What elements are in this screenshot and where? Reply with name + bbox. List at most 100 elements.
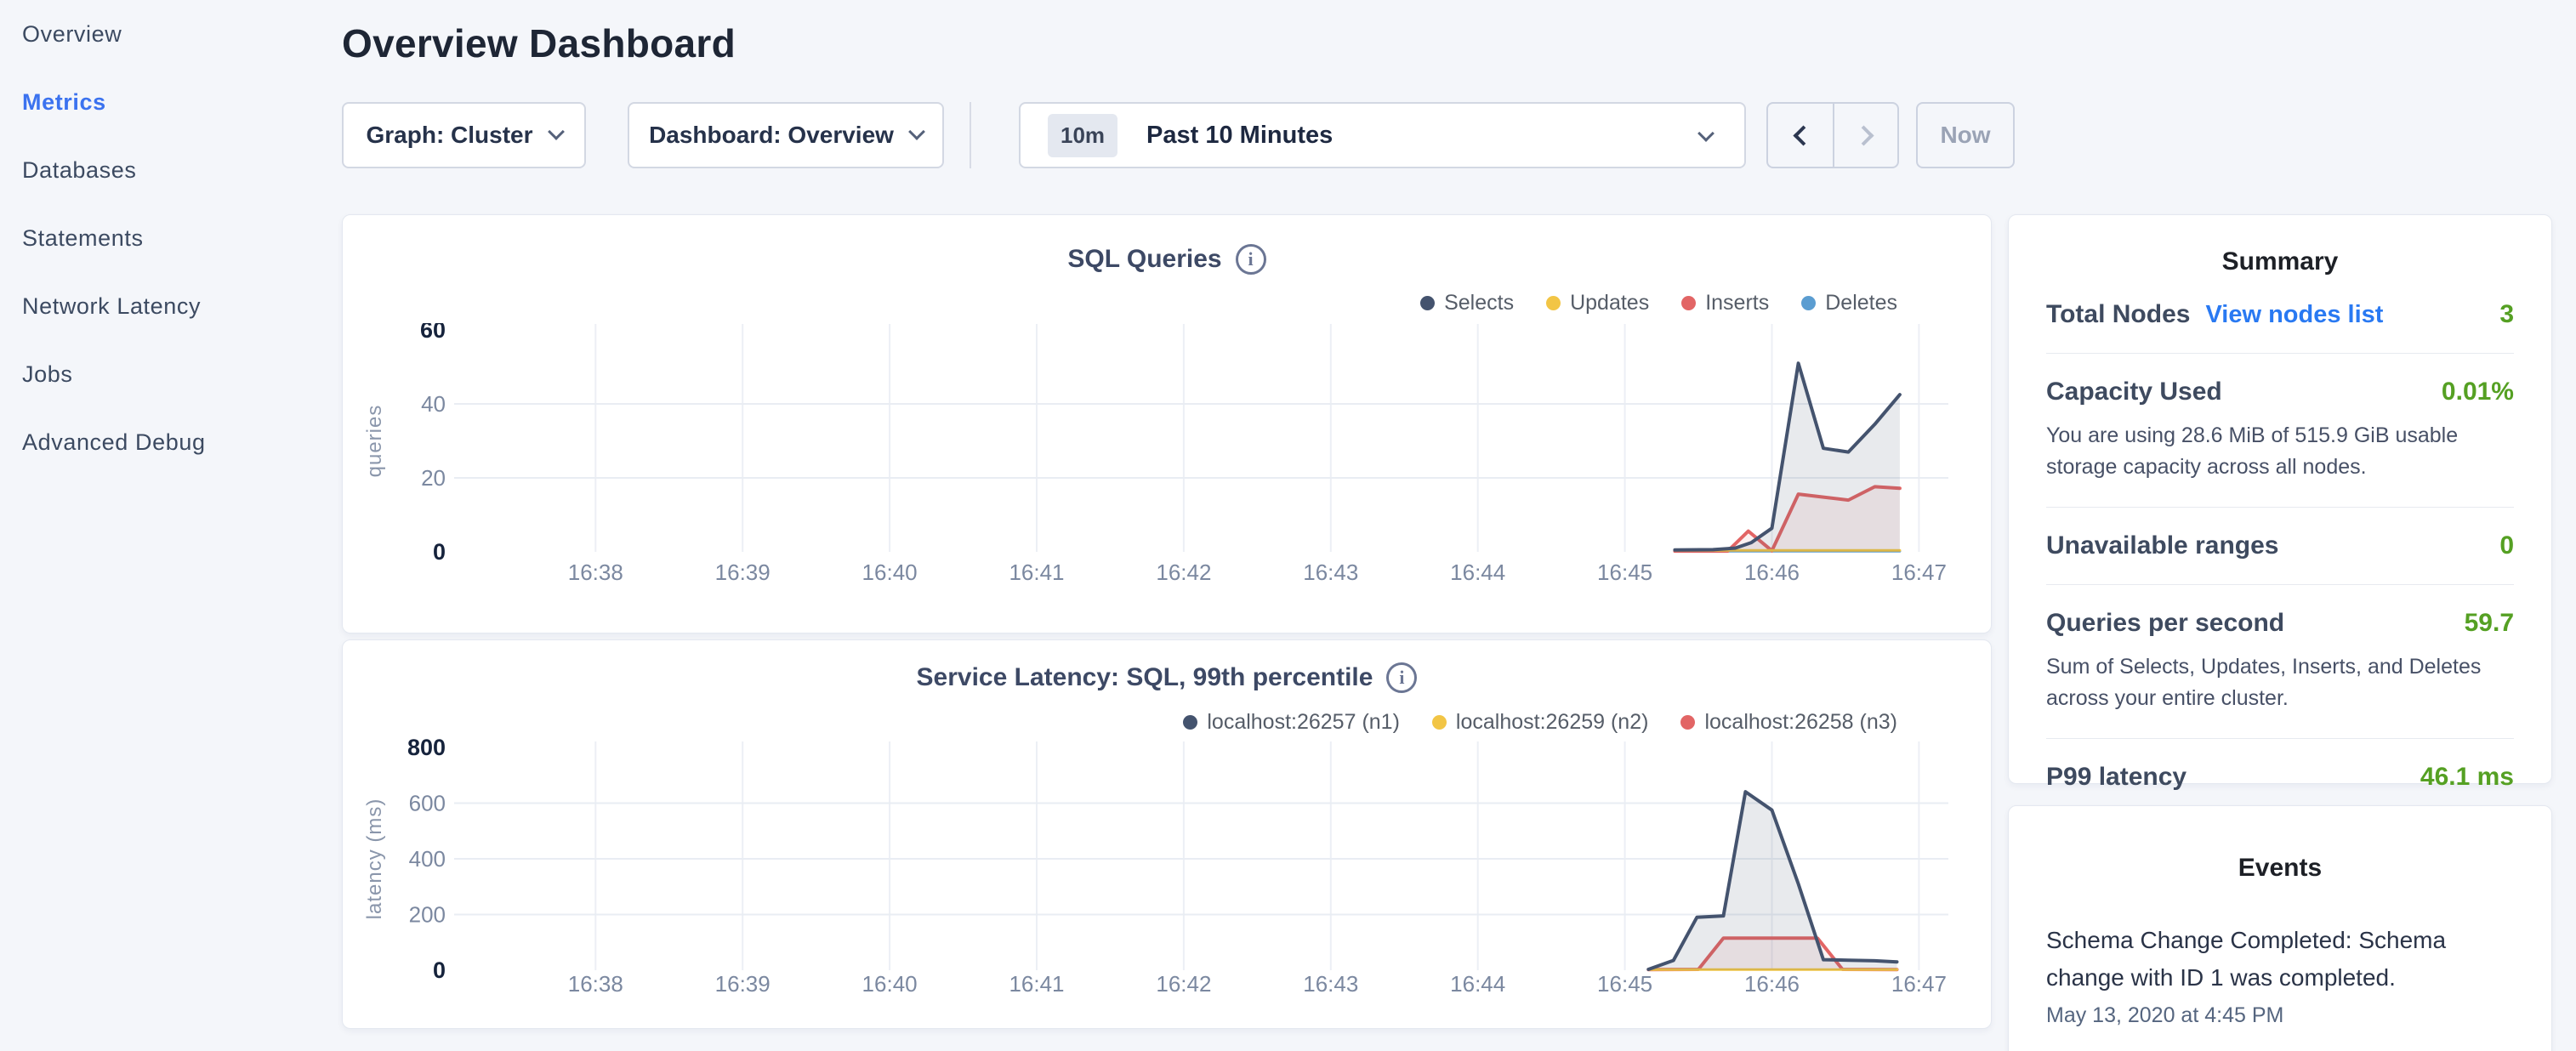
svg-text:16:42: 16:42 (1156, 971, 1211, 997)
summary-panel: Summary Total Nodes View nodes list 3 Ca… (2008, 214, 2552, 784)
svg-text:20: 20 (421, 465, 446, 491)
summary-row-label: P99 latency (2046, 763, 2186, 792)
svg-text:latency (ms): latency (ms) (363, 798, 386, 920)
summary-row-value: 0 (2499, 531, 2514, 560)
time-range-dropdown[interactable]: 10m Past 10 Minutes (1019, 102, 1746, 168)
svg-text:0: 0 (433, 539, 446, 565)
chart-title: Service Latency: SQL, 99th percentile (917, 663, 1373, 692)
svg-text:queries: queries (363, 405, 386, 478)
svg-text:200: 200 (409, 902, 446, 928)
charts-column: SQL Queries i Selects Updates Inserts De… (342, 214, 1992, 1029)
chart-title-row: SQL Queries i (343, 244, 1991, 275)
controls-divider (970, 102, 971, 168)
summary-row-queries-per-second: Queries per second 59.7 Sum of Selects, … (2046, 585, 2514, 739)
summary-row-value: 59.7 (2465, 609, 2514, 638)
summary-row-label: Unavailable ranges (2046, 531, 2278, 560)
service-latency-plot[interactable]: 16:38 16:39 16:40 16:41 16:42 16:43 16:44 16:45… (343, 725, 1992, 1023)
legend-item: Updates (1546, 291, 1649, 315)
chart-title: SQL Queries (1067, 245, 1221, 274)
chevron-down-icon (548, 123, 565, 140)
summary-row-label: Queries per second (2046, 609, 2284, 638)
time-range-label: Past 10 Minutes (1146, 122, 1333, 150)
summary-row-subtext: You are using 28.6 MiB of 515.9 GiB usab… (2046, 420, 2514, 483)
svg-text:40: 40 (421, 391, 446, 417)
graph-scope-dropdown-label: Graph: Cluster (366, 122, 532, 149)
summary-row-label: Total Nodes (2046, 300, 2190, 329)
svg-text:16:39: 16:39 (715, 971, 771, 997)
sidebar-item-databases[interactable]: Databases (0, 136, 342, 204)
svg-text:16:43: 16:43 (1303, 560, 1358, 585)
chevron-down-icon (908, 123, 925, 140)
summary-row-subtext: Sum of Selects, Updates, Inserts, and De… (2046, 651, 2514, 714)
dashboard-content: SQL Queries i Selects Updates Inserts De… (342, 214, 2576, 1051)
summary-row-value: 3 (2499, 300, 2514, 329)
svg-text:16:47: 16:47 (1891, 560, 1947, 585)
svg-text:16:40: 16:40 (862, 971, 918, 997)
svg-text:400: 400 (409, 846, 446, 872)
sidebar-item-jobs[interactable]: Jobs (0, 340, 342, 408)
svg-text:16:45: 16:45 (1597, 971, 1652, 997)
legend-item: Selects (1420, 291, 1514, 315)
svg-text:0: 0 (433, 957, 446, 983)
svg-text:16:38: 16:38 (568, 971, 623, 997)
summary-row-unavailable-ranges: Unavailable ranges 0 (2046, 508, 2514, 585)
legend-item: Deletes (1801, 291, 1897, 315)
sql-queries-chart-card: SQL Queries i Selects Updates Inserts De… (342, 214, 1992, 633)
time-range-badge: 10m (1048, 114, 1117, 157)
summary-row-p99-latency: P99 latency 46.1 ms (2046, 739, 2514, 815)
svg-text:16:47: 16:47 (1891, 971, 1947, 997)
legend-dot-updates (1546, 296, 1561, 310)
service-latency-chart-card: Service Latency: SQL, 99th percentile i … (342, 639, 1992, 1029)
chart-legend: Selects Updates Inserts Deletes (1420, 291, 1897, 315)
svg-text:16:39: 16:39 (715, 560, 771, 585)
chevron-left-icon (1793, 125, 1813, 145)
graph-scope-dropdown[interactable]: Graph: Cluster (342, 102, 586, 168)
svg-text:16:41: 16:41 (1009, 560, 1064, 585)
time-step-forward-button[interactable] (1833, 104, 1897, 167)
svg-text:16:44: 16:44 (1450, 560, 1505, 585)
chart-title-row: Service Latency: SQL, 99th percentile i (343, 662, 1991, 693)
info-icon[interactable]: i (1386, 662, 1417, 693)
sidebar: Overview Metrics Databases Statements Ne… (0, 0, 342, 1051)
view-nodes-list-link[interactable]: View nodes list (2205, 301, 2383, 329)
svg-text:16:45: 16:45 (1597, 560, 1652, 585)
page-title: Overview Dashboard (342, 20, 2576, 66)
svg-text:60: 60 (420, 323, 446, 343)
summary-title: Summary (2046, 247, 2514, 276)
sql-queries-plot[interactable]: 16:38 16:39 16:40 16:41 16:42 16:43 16:44 16:45… (343, 323, 1992, 609)
dashboard-dropdown[interactable]: Dashboard: Overview (628, 102, 944, 168)
events-title: Events (2046, 854, 2514, 883)
summary-row-value: 0.01% (2442, 378, 2514, 406)
time-step-back-button[interactable] (1768, 104, 1833, 167)
sidebar-item-overview[interactable]: Overview (0, 0, 342, 68)
info-icon[interactable]: i (1236, 244, 1266, 275)
time-step-buttons (1766, 102, 1899, 168)
sidebar-item-advanced-debug[interactable]: Advanced Debug (0, 408, 342, 476)
chevron-down-icon (1697, 125, 1714, 142)
page: Overview Metrics Databases Statements Ne… (0, 0, 2576, 1051)
main-content: Overview Dashboard Graph: Cluster Dashbo… (342, 0, 2576, 1051)
svg-text:16:38: 16:38 (568, 560, 623, 585)
svg-text:16:46: 16:46 (1744, 971, 1800, 997)
events-panel: Events Schema Change Completed: Schema c… (2008, 805, 2552, 1051)
svg-text:16:42: 16:42 (1156, 560, 1211, 585)
sidebar-item-statements[interactable]: Statements (0, 204, 342, 272)
now-button[interactable]: Now (1916, 102, 2015, 168)
right-column: Summary Total Nodes View nodes list 3 Ca… (2008, 214, 2552, 1051)
legend-dot-inserts (1681, 296, 1696, 310)
chevron-right-icon (1853, 125, 1874, 145)
summary-row-capacity-used: Capacity Used 0.01% You are using 28.6 M… (2046, 354, 2514, 508)
svg-text:16:41: 16:41 (1009, 971, 1064, 997)
svg-text:800: 800 (407, 735, 446, 760)
svg-text:16:40: 16:40 (862, 560, 918, 585)
svg-text:600: 600 (409, 791, 446, 816)
summary-row-total-nodes: Total Nodes View nodes list 3 (2046, 276, 2514, 354)
event-item-timestamp: May 13, 2020 at 4:45 PM (2046, 1003, 2514, 1028)
event-item-text[interactable]: Schema Change Completed: Schema change w… (2046, 922, 2514, 997)
legend-dot-deletes (1801, 296, 1816, 310)
svg-text:16:43: 16:43 (1303, 971, 1358, 997)
svg-text:16:44: 16:44 (1450, 971, 1505, 997)
summary-row-value: 46.1 ms (2420, 763, 2514, 792)
sidebar-item-metrics[interactable]: Metrics (0, 68, 342, 136)
sidebar-item-network-latency[interactable]: Network Latency (0, 272, 342, 340)
